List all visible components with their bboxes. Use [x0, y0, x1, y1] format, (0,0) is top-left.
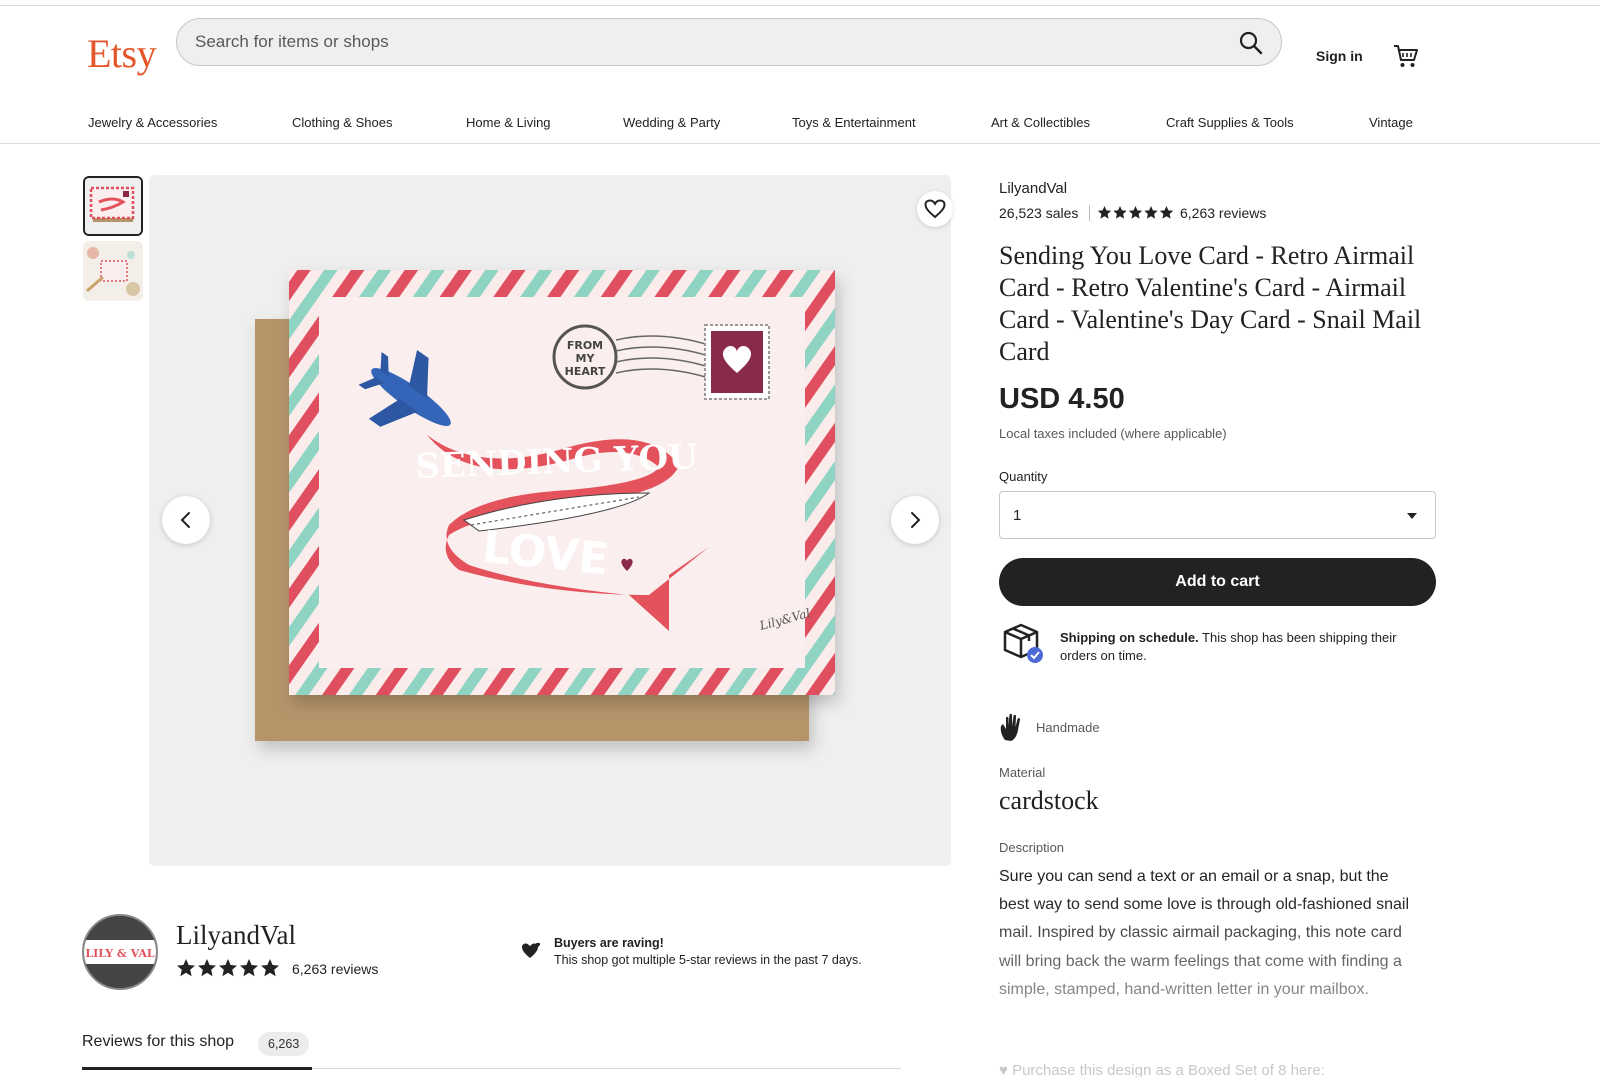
- product-main-image: FROM MY HEART SENDING YOU LOVE Lily&Val: [149, 175, 951, 866]
- quantity-select[interactable]: 1: [999, 491, 1436, 539]
- cart-icon[interactable]: [1392, 43, 1420, 69]
- description-label: Description: [999, 840, 1065, 855]
- postmark-line-2: MY: [576, 352, 596, 365]
- chevron-right-icon: [911, 512, 921, 528]
- postmark-line-1: FROM: [567, 339, 603, 352]
- category-nav: Jewelry & Accessories Clothing & Shoes H…: [88, 115, 1418, 135]
- material-value: cardstock: [999, 786, 1099, 815]
- etsy-logo[interactable]: Etsy: [87, 30, 157, 77]
- nav-art-collectibles[interactable]: Art & Collectibles: [991, 115, 1090, 130]
- add-to-cart-button[interactable]: Add to cart: [999, 558, 1436, 606]
- sales-separator: [1089, 205, 1090, 221]
- nav-vintage[interactable]: Vintage: [1369, 115, 1413, 130]
- nav-jewelry-accessories[interactable]: Jewelry & Accessories: [88, 115, 217, 130]
- nav-craft-supplies-tools[interactable]: Craft Supplies & Tools: [1166, 115, 1294, 130]
- raving-title: Buyers are raving!: [554, 936, 664, 950]
- listing-price: USD 4.50: [999, 383, 1125, 415]
- description-more: ♥ Purchase this design as a Boxed Set of…: [999, 1062, 1325, 1077]
- thumbnail-card-image: [85, 178, 141, 234]
- top-divider: [0, 5, 1600, 6]
- shipping-box-icon: [1003, 623, 1043, 663]
- raving-text: This shop got multiple 5-star reviews in…: [554, 953, 862, 967]
- shipping-bold: Shipping on schedule.: [1060, 630, 1199, 645]
- postmark-line-3: HEART: [565, 365, 606, 378]
- search-input[interactable]: [195, 19, 1195, 65]
- shop-name[interactable]: LilyandVal: [176, 920, 296, 951]
- card-illustration: FROM MY HEART SENDING YOU LOVE Lily&Val: [255, 270, 835, 741]
- shop-logo-image: LILY & VAL: [84, 916, 156, 988]
- listing-title: Sending You Love Card - Retro Airmail Ca…: [999, 241, 1422, 366]
- shop-logo-text: LILY & VAL: [85, 947, 155, 960]
- quantity-label: Quantity: [999, 469, 1048, 484]
- heart-icon: [924, 199, 946, 219]
- caret-down-icon: [1407, 513, 1417, 519]
- sign-in-link[interactable]: Sign in: [1316, 48, 1363, 64]
- material-label: Material: [999, 765, 1046, 780]
- tax-note: Local taxes included (where applicable): [999, 426, 1227, 441]
- hand-icon: [1000, 713, 1021, 741]
- thumbnail-2[interactable]: [83, 241, 143, 301]
- shop-review-count[interactable]: 6,263 reviews: [292, 961, 378, 977]
- shop-avatar[interactable]: LILY & VAL: [82, 914, 158, 990]
- search-icon[interactable]: [1237, 29, 1265, 57]
- thumbnail-1[interactable]: [83, 176, 143, 236]
- listing-rating-stars: [1097, 206, 1174, 219]
- thumbnail-styled-image: [83, 241, 143, 301]
- reviews-count-badge: 6,263: [258, 1032, 310, 1056]
- search-bar[interactable]: [176, 18, 1282, 66]
- nav-home-living[interactable]: Home & Living: [466, 115, 551, 130]
- sales-count: 26,523 sales: [999, 205, 1079, 221]
- seller-name[interactable]: LilyandVal: [999, 180, 1067, 197]
- tab-shop-reviews[interactable]: Reviews for this shop: [82, 1033, 234, 1051]
- chevron-left-icon: [180, 512, 190, 528]
- nav-divider: [0, 143, 1600, 144]
- shipping-notice: Shipping on schedule. This shop has been…: [1060, 629, 1430, 665]
- active-tab-indicator: [82, 1067, 312, 1070]
- favorite-button[interactable]: [917, 191, 953, 227]
- quantity-value: 1: [1013, 507, 1022, 524]
- shop-rating-stars: [177, 959, 279, 977]
- nav-wedding-party[interactable]: Wedding & Party: [623, 115, 720, 130]
- heart-stamp: [704, 324, 770, 400]
- nav-toys-entertainment[interactable]: Toys & Entertainment: [792, 115, 916, 130]
- hearts-icon: [522, 942, 540, 958]
- handmade-label: Handmade: [1036, 720, 1100, 735]
- description-text: Sure you can send a text or an email or …: [999, 868, 1410, 998]
- previous-image-button[interactable]: [162, 496, 210, 544]
- listing-review-count[interactable]: 6,263 reviews: [1180, 205, 1266, 221]
- next-image-button[interactable]: [891, 496, 939, 544]
- nav-clothing-shoes[interactable]: Clothing & Shoes: [292, 115, 392, 130]
